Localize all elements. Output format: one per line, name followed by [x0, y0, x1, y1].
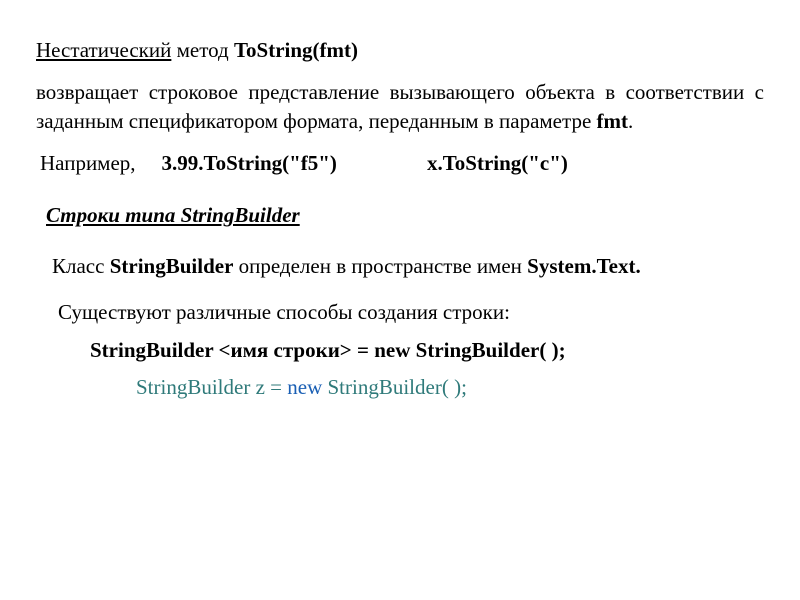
sb-class: StringBuilder	[110, 254, 234, 278]
stringbuilder-description: Класс StringBuilder определен в простран…	[52, 252, 754, 280]
document-body: Нестатический метод ToString(fmt) возвра…	[0, 0, 800, 401]
stringbuilder-section-title: Строки типа StringBuilder	[46, 201, 764, 229]
code-template: StringBuilder <имя строки> = new StringB…	[90, 336, 764, 364]
code-ex-prefix: StringBuilder z =	[136, 375, 287, 399]
example-row: Например, 3.99.ToString("f5") x.ToString…	[40, 149, 764, 177]
code-ex-keyword: new	[287, 375, 322, 399]
ways-intro: Существуют различные способы создания ст…	[58, 298, 764, 326]
description-param: fmt	[597, 109, 628, 133]
heading-underlined: Нестатический	[36, 38, 171, 62]
description-dot: .	[628, 109, 633, 133]
example-two: x.ToString("c")	[427, 149, 568, 177]
code-example: StringBuilder z = new StringBuilder( );	[136, 373, 764, 401]
description-text: возвращает строковое представление вызыв…	[36, 80, 764, 132]
code-ex-suffix: StringBuilder( );	[322, 375, 467, 399]
heading-line: Нестатический метод ToString(fmt)	[36, 36, 764, 64]
example-one: 3.99.ToString("f5")	[162, 149, 337, 177]
description-paragraph: возвращает строковое представление вызыв…	[36, 78, 764, 135]
heading-method: ToString(fmt)	[234, 38, 358, 62]
example-label: Например,	[40, 149, 136, 177]
sb-namespace: System.Text.	[527, 254, 641, 278]
heading-rest: метод	[171, 38, 234, 62]
sb-pre: Класс	[52, 254, 110, 278]
sb-mid: определен в пространстве имен	[233, 254, 527, 278]
